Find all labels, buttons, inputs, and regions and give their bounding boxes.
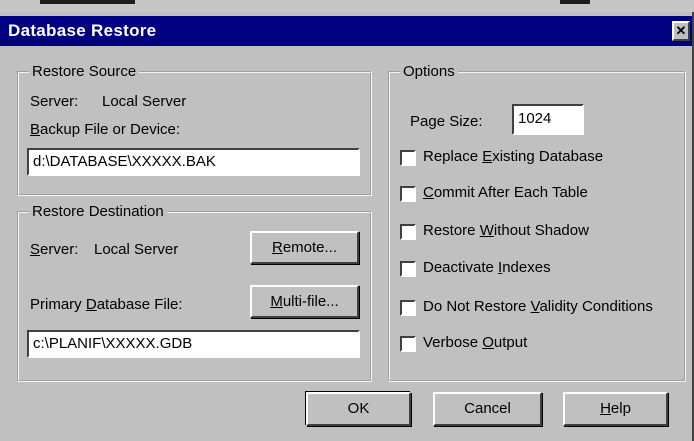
cancel-button[interactable]: Cancel <box>433 392 542 426</box>
remote-button[interactable]: Remote... <box>250 231 359 264</box>
checkbox-box[interactable] <box>400 186 416 202</box>
options-legend: Options <box>400 63 458 80</box>
checkbox-label: Deactivate Indexes <box>423 259 551 276</box>
destination-server-value: Local Server <box>94 241 179 258</box>
background-window-fragment <box>560 0 590 4</box>
primary-database-file-label: Primary Database File: <box>30 296 183 313</box>
help-button[interactable]: Help <box>563 392 668 426</box>
title-bar[interactable]: Database Restore ✕ <box>0 16 692 46</box>
destination-server-label: Server: <box>30 241 79 258</box>
checkbox-box[interactable] <box>400 336 416 352</box>
ok-button[interactable]: OK <box>306 392 411 426</box>
close-button[interactable]: ✕ <box>672 21 690 41</box>
page-size-input[interactable]: 1024 <box>512 104 584 135</box>
page-size-label: Page Size: <box>410 113 483 130</box>
primary-database-file-input[interactable]: c:\PLANIF\XXXXX.GDB <box>27 330 360 358</box>
backup-file-input[interactable]: d:\DATABASE\XXXXX.BAK <box>27 148 360 176</box>
checkbox-label: Restore Without Shadow <box>423 222 589 239</box>
checkbox-label: Do Not Restore Validity Conditions <box>423 298 653 315</box>
restore-destination-legend: Restore Destination <box>29 203 167 220</box>
checkbox-box[interactable] <box>400 300 416 316</box>
dialog-title: Database Restore <box>8 21 157 40</box>
close-icon: ✕ <box>675 23 687 38</box>
source-server-label: Server: <box>30 93 79 110</box>
background-window-fragment <box>40 0 135 4</box>
multi-file-button[interactable]: Multi-file... <box>250 285 359 318</box>
checkbox-label: Replace Existing Database <box>423 148 604 165</box>
restore-source-legend: Restore Source <box>29 63 140 80</box>
backup-file-label: Backup File or Device: <box>30 121 181 138</box>
restore-destination-group: Restore Destination Server: Local Server… <box>17 203 372 382</box>
source-server-value: Local Server <box>102 93 187 110</box>
checkbox-box[interactable] <box>400 150 416 166</box>
checkbox-label: Verbose Output <box>423 334 528 351</box>
restore-source-group: Restore Source Server: Local Server Back… <box>17 63 372 196</box>
database-restore-dialog: Database Restore ✕ Restore Source Server… <box>0 12 694 441</box>
checkbox-box[interactable] <box>400 261 416 277</box>
checkbox-label: Commit After Each Table <box>423 184 588 201</box>
checkbox-box[interactable] <box>400 224 416 240</box>
